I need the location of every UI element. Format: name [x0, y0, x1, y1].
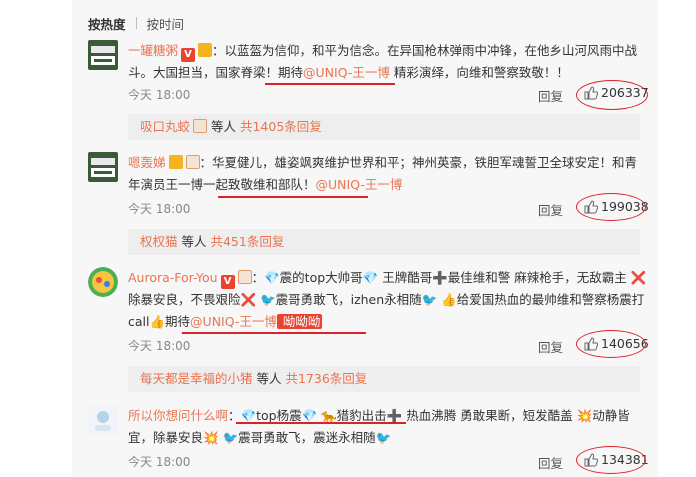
sub-reply-summary[interactable]: 权权猫 等人 共451条回复: [128, 229, 640, 255]
mention-link[interactable]: @UNIQ-王一博: [303, 65, 390, 80]
fan-badge-icon: [168, 155, 183, 169]
comment-content-tail: 精彩演绎，向维和警察致敬！！: [389, 65, 569, 80]
sub-reply-text: 等人: [207, 119, 240, 134]
mention-link[interactable]: @UNIQ-王一博: [316, 177, 403, 192]
sub-reply-text: 等人: [252, 371, 286, 386]
username[interactable]: Aurora-For-You: [128, 270, 218, 285]
sort-by-time-tab[interactable]: 按时间: [147, 14, 185, 33]
verified-badge-icon: V: [181, 48, 196, 62]
comment-text: 一罐糖粥 V ：以蓝盔为信仰，和平为信念。在异国枪林弹雨中冲锋，在他乡山河风雨中战斗…: [128, 40, 648, 84]
sub-reply-text: 等人: [177, 234, 211, 249]
timestamp: 今天 18:00: [128, 339, 191, 353]
view-replies-link[interactable]: 共1736条回复: [285, 371, 367, 386]
avatar[interactable]: [88, 405, 118, 435]
hourglass-badge-icon: [185, 155, 200, 169]
annotation-underline: [182, 332, 366, 334]
annotation-underline: [236, 422, 406, 424]
annotation-underline: [265, 83, 395, 85]
reply-button[interactable]: 回复: [538, 86, 563, 105]
sort-bar: 按热度 按时间: [88, 14, 184, 32]
timestamp: 今天 18:00: [128, 202, 191, 216]
annotation-circle: [576, 80, 648, 110]
annotation-circle: [576, 330, 646, 358]
username[interactable]: 嗯轰娣: [128, 155, 166, 170]
reply-button[interactable]: 回复: [538, 200, 563, 219]
annotation-circle: [576, 446, 646, 474]
avatar[interactable]: [88, 40, 118, 70]
verified-badge-icon: V: [220, 275, 235, 289]
avatar[interactable]: [88, 152, 118, 182]
timestamp: 今天 18:00: [128, 455, 191, 469]
comment-text: Aurora-For-You V ：💎震的top大帅哥💎 王牌酷哥➕最佳维和警 麻辣…: [128, 267, 648, 333]
cheer-badges: 呦呦呦: [276, 314, 323, 329]
sub-reply-summary[interactable]: 每天都是幸福的小猪 等人 共1736条回复: [128, 366, 640, 392]
comment-text: 嗯轰娣 ：华夏健儿，雄姿飒爽维护世界和平；神州英豪，铁胆军魂誓卫全球安定！和青年演…: [128, 152, 648, 196]
avatar[interactable]: [88, 267, 118, 297]
sub-reply-user[interactable]: 权权猫: [140, 234, 178, 249]
sub-reply-user[interactable]: 吸口丸蛟: [140, 119, 190, 134]
fan-badge-icon: [198, 43, 213, 57]
sort-by-hot-tab[interactable]: 按热度: [88, 14, 126, 33]
annotation-underline: [218, 196, 368, 198]
comment-text: 所以你想问什么啊：💎top杨震💎 🐆猎豹出击➕ 热血沸腾 勇敢果断，短发酷盖 💥…: [128, 405, 648, 449]
sub-reply-user[interactable]: 每天都是幸福的小猪: [140, 371, 253, 386]
reply-button[interactable]: 回复: [538, 337, 563, 356]
annotation-circle: [576, 193, 646, 221]
mention-link[interactable]: @UNIQ-王一博: [190, 314, 277, 329]
view-replies-link[interactable]: 共451条回复: [210, 234, 284, 249]
hourglass-badge-icon: [193, 119, 208, 133]
username[interactable]: 所以你想问什么啊: [128, 408, 228, 423]
divider: [135, 17, 137, 29]
username[interactable]: 一罐糖粥: [128, 43, 178, 58]
timestamp: 今天 18:00: [128, 88, 191, 102]
view-replies-link[interactable]: 共1405条回复: [240, 119, 322, 134]
sub-reply-summary[interactable]: 吸口丸蛟 等人 共1405条回复: [128, 114, 640, 140]
reply-button[interactable]: 回复: [538, 453, 563, 472]
hourglass-badge-icon: [237, 270, 252, 284]
